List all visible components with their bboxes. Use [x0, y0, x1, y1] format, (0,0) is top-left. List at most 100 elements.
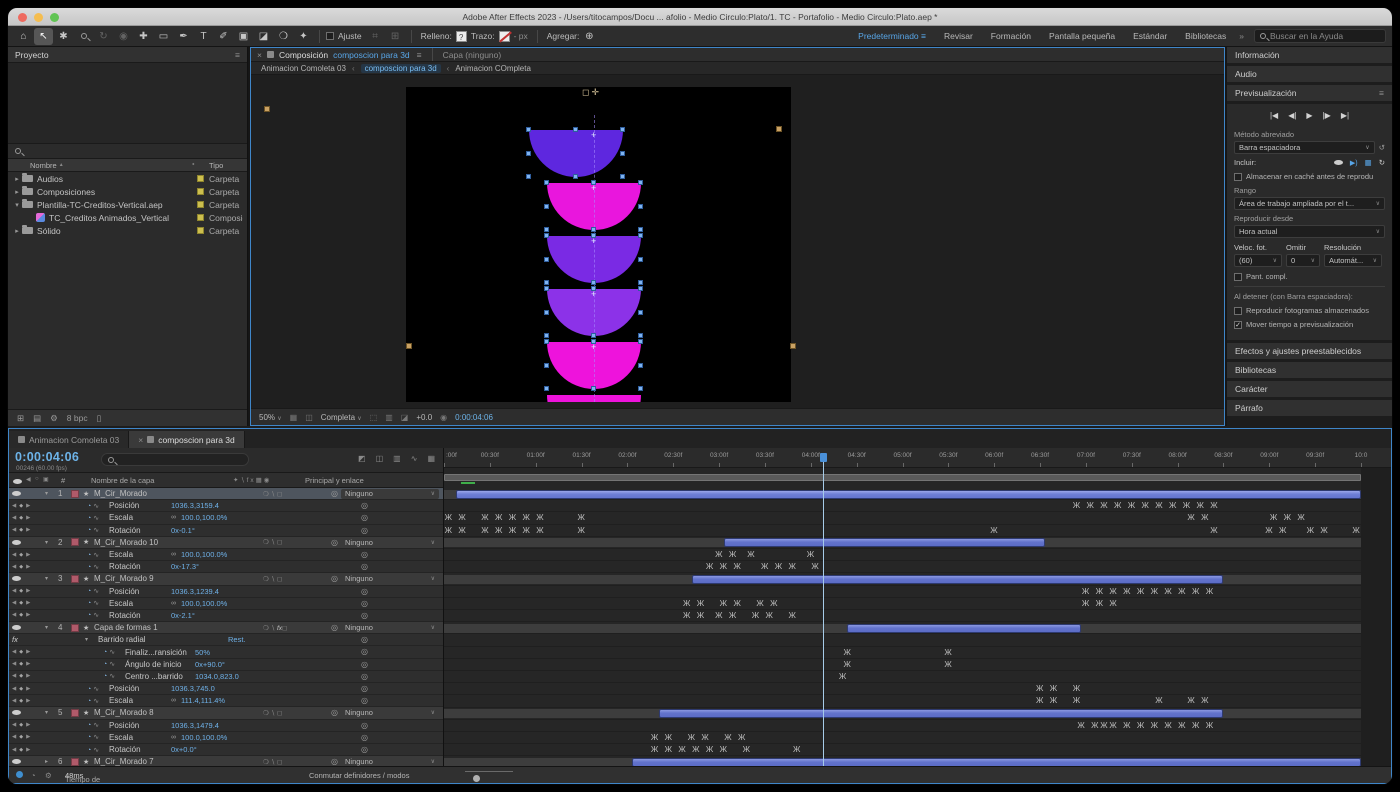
- keyframe[interactable]: Ж: [839, 672, 846, 682]
- toggle-switches-modes-button[interactable]: Conmutar definidores / modos: [309, 771, 409, 780]
- zoom-slider-knob[interactable]: [473, 775, 480, 782]
- keyframe[interactable]: Ж: [715, 550, 722, 560]
- selection-handle[interactable]: [544, 309, 549, 315]
- add-icon[interactable]: ⊕: [583, 28, 595, 45]
- selection-handle[interactable]: [638, 233, 643, 238]
- property-row[interactable]: ◀ ◆ ▶ ◔ ∿ Rotación 0x-0.1° ◎: [9, 524, 443, 537]
- panel-header-efectos[interactable]: Efectos y ajustes preestablecidos: [1227, 343, 1392, 359]
- layer-bounding-box-handle[interactable]: [776, 126, 782, 132]
- grid-options-icon[interactable]: ▦: [290, 413, 298, 422]
- property-row[interactable]: ◀ ◆ ▶ ◔ ∿ Finaliz...ransición 50% ◎: [9, 646, 443, 659]
- keyframe[interactable]: Ж: [1197, 501, 1204, 511]
- keyframe-navigator[interactable]: ◀ ◆ ▶: [9, 588, 45, 594]
- property-name[interactable]: Posición: [109, 721, 171, 730]
- keyframe[interactable]: Ж: [843, 648, 850, 658]
- keyframe[interactable]: Ж: [665, 745, 672, 755]
- stopwatch-icon[interactable]: ◔ ∿: [103, 660, 125, 668]
- help-search-input[interactable]: Buscar en la Ayuda: [1254, 29, 1386, 43]
- keyframe[interactable]: Ж: [1178, 721, 1185, 731]
- pick-whip-icon[interactable]: ◎: [361, 611, 368, 620]
- property-value[interactable]: 1034.0,823.0: [195, 672, 239, 681]
- layer-duration-bar[interactable]: [659, 709, 1224, 719]
- stopwatch-icon[interactable]: ◔ ∿: [87, 746, 109, 754]
- panel-header-bibliotecas[interactable]: Bibliotecas: [1227, 362, 1392, 378]
- include-audio-icon[interactable]: ▶): [1350, 159, 1358, 167]
- keyframe[interactable]: Ж: [752, 611, 759, 621]
- keyframe[interactable]: Ж: [1284, 513, 1291, 523]
- keyframe-navigator[interactable]: ◀ ◆ ▶: [9, 686, 45, 692]
- property-row[interactable]: ◀ ◆ ▶ ◔ ∿ Escala ∞ 100.0,100.0% ◎: [9, 731, 443, 744]
- project-item-folder[interactable]: ▸ Composiciones Carpeta: [8, 185, 247, 198]
- property-name[interactable]: Rotación: [109, 611, 171, 620]
- tool-type[interactable]: T: [194, 28, 213, 45]
- property-row[interactable]: ◀ ◆ ▶ ◔ ∿ Escala ∞ 111.4,111.4% ◎: [9, 695, 443, 708]
- tool-eraser[interactable]: ◪: [254, 28, 273, 45]
- label-column-icon[interactable]: ⬩: [192, 161, 209, 169]
- property-name[interactable]: Escala: [109, 599, 171, 608]
- keyframe[interactable]: Ж: [733, 562, 740, 572]
- stopwatch-icon[interactable]: ◔ ∿: [87, 587, 109, 595]
- keyframe[interactable]: Ж: [1183, 501, 1190, 511]
- close-window-button[interactable]: [18, 13, 27, 22]
- motion-blur-icon[interactable]: ∿: [411, 454, 418, 463]
- panel-header-informacion[interactable]: Información: [1227, 47, 1392, 63]
- tool-hand[interactable]: ✱: [54, 28, 73, 45]
- tool-pan-camera[interactable]: ◉: [114, 28, 133, 45]
- keyframe[interactable]: Ж: [756, 599, 763, 609]
- stopwatch-icon[interactable]: ◔ ∿: [87, 733, 109, 741]
- camera-settings-icon[interactable]: ◪: [401, 413, 409, 422]
- bit-depth[interactable]: 8 bpc: [67, 413, 88, 423]
- comp-tab-name[interactable]: composcion para 3d: [333, 50, 410, 60]
- project-item-folder[interactable]: ▾ Plantilla-TC-Creditos-Vertical.aep Carpe…: [8, 198, 247, 211]
- pick-whip-icon[interactable]: ◎: [331, 574, 338, 583]
- layer-switches[interactable]: ❍∖◻: [263, 538, 331, 546]
- keyframe[interactable]: Ж: [724, 733, 731, 743]
- selection-handle[interactable]: [544, 280, 549, 285]
- skip-dropdown[interactable]: 0 ∨: [1286, 254, 1320, 267]
- keyframe[interactable]: Ж: [761, 562, 768, 572]
- parent-dropdown[interactable]: Ninguno ∨: [340, 756, 439, 766]
- loop-icon[interactable]: ↻: [1379, 158, 1385, 167]
- property-name[interactable]: Escala: [109, 550, 171, 559]
- keyframe-navigator[interactable]: ◀ ◆ ▶: [9, 552, 45, 558]
- layer-row[interactable]: ▾ 2 ★ M_Cir_Morado 10 ❍∖◻ ◎ Ninguno ∨: [9, 536, 443, 549]
- work-area-bar[interactable]: [444, 474, 1361, 481]
- anchor-point[interactable]: +: [591, 290, 596, 299]
- resolution-select[interactable]: Completa ∨: [321, 413, 362, 422]
- settings-icon[interactable]: ⚙: [45, 771, 52, 780]
- selection-handle[interactable]: [638, 203, 643, 209]
- expand-toggle[interactable]: ▾: [45, 709, 58, 716]
- stopwatch-icon[interactable]: ◔ ∿: [103, 672, 125, 680]
- tool-pan-behind[interactable]: ✚: [134, 28, 153, 45]
- keyframe[interactable]: Ж: [843, 660, 850, 670]
- tool-roto-brush[interactable]: ❍: [274, 28, 293, 45]
- stopwatch-icon[interactable]: ◔ ∿: [87, 514, 109, 522]
- keyframe[interactable]: Ж: [944, 660, 951, 670]
- layer-name[interactable]: M_Cir_Morado: [94, 489, 263, 498]
- play-cached-checkbox[interactable]: [1234, 306, 1242, 315]
- minimize-window-button[interactable]: [34, 13, 43, 22]
- property-value[interactable]: 111.4,111.4%: [181, 696, 225, 705]
- layer-bounding-box-handle[interactable]: [264, 106, 270, 112]
- keyframe[interactable]: Ж: [811, 562, 818, 572]
- keyframe-navigator[interactable]: ◀ ◆ ▶: [9, 747, 45, 753]
- label-color-swatch[interactable]: [197, 214, 204, 221]
- stopwatch-icon[interactable]: ◔ ∿: [103, 648, 125, 656]
- keyframe[interactable]: Ж: [1100, 501, 1107, 511]
- selection-handle[interactable]: [544, 180, 549, 185]
- keyframe-navigator[interactable]: ◀ ◆ ▶: [9, 661, 45, 667]
- keyframe-navigator[interactable]: ◀ ◆ ▶: [9, 503, 45, 509]
- pick-whip-icon[interactable]: ◎: [361, 696, 368, 705]
- expand-toggle[interactable]: ▾: [45, 575, 58, 582]
- selection-handle[interactable]: [544, 339, 549, 344]
- selection-handle[interactable]: [544, 333, 549, 338]
- keyframe[interactable]: Ж: [1151, 721, 1158, 731]
- keyframe[interactable]: Ж: [651, 745, 658, 755]
- keyframe[interactable]: Ж: [1201, 696, 1208, 706]
- panel-header-audio[interactable]: Audio: [1227, 66, 1392, 82]
- selection-handle[interactable]: [544, 203, 549, 209]
- pick-whip-icon[interactable]: ◎: [331, 538, 338, 547]
- stopwatch-icon[interactable]: ◔ ∿: [87, 611, 109, 619]
- project-panel-header[interactable]: Proyecto ≡: [8, 47, 247, 63]
- comp-tab-label[interactable]: Composición: [279, 50, 328, 60]
